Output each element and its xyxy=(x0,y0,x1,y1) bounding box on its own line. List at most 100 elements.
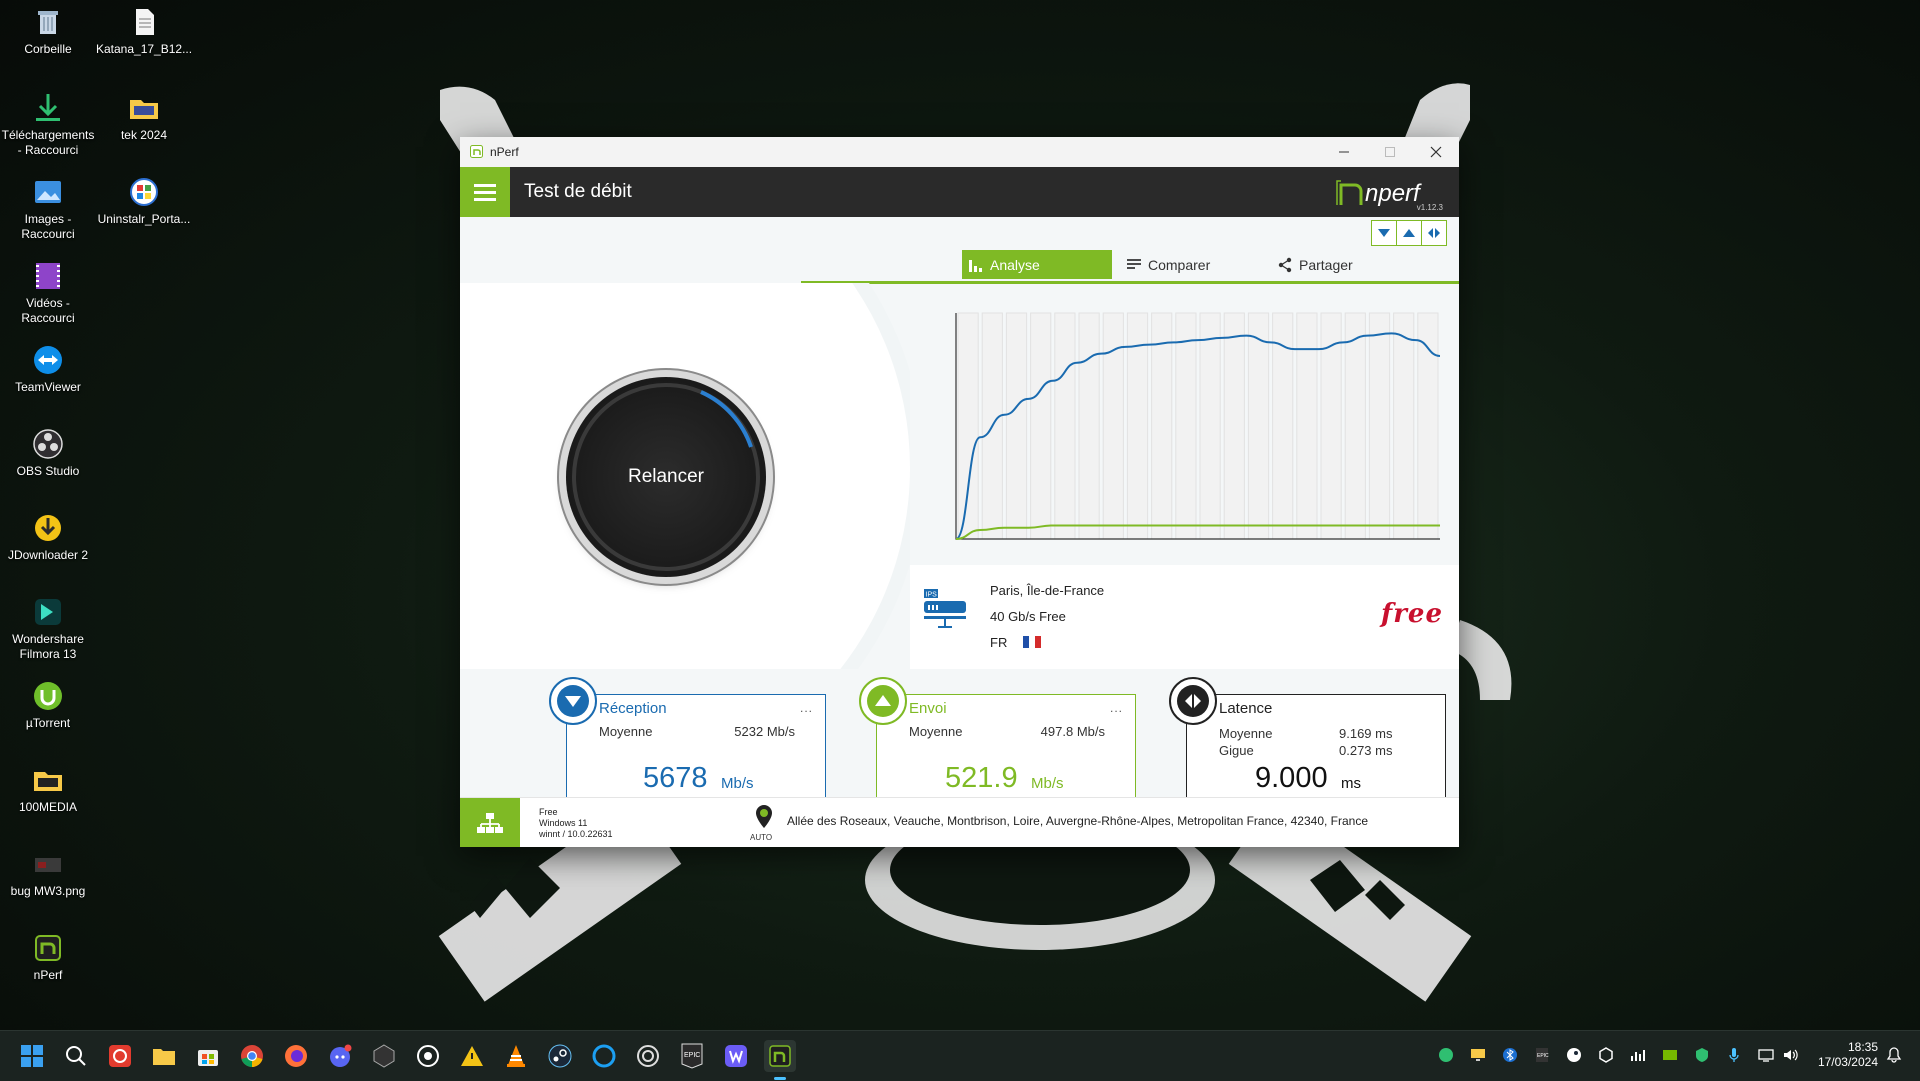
upload-card[interactable]: Envoi ... Moyenne 497.8 Mb/s 521.9 Mb/s xyxy=(859,677,1136,802)
tray-microphone-icon[interactable] xyxy=(1726,1047,1742,1063)
location-auto-label: AUTO xyxy=(750,833,773,842)
minimize-button[interactable] xyxy=(1321,137,1367,167)
network-button[interactable] xyxy=(460,798,520,847)
svg-text:EPIC: EPIC xyxy=(684,1052,700,1059)
desktop-icon-obs-studio[interactable]: OBS Studio xyxy=(0,428,96,479)
desktop-icon-bug-mw3[interactable]: bug MW3.png xyxy=(0,848,96,899)
taskbar-store[interactable] xyxy=(192,1040,224,1072)
chrome-icon xyxy=(241,1045,263,1067)
taskbar-vlc[interactable] xyxy=(500,1040,532,1072)
view-toggle-group xyxy=(1371,220,1447,246)
taskbar-app-ubisoft[interactable] xyxy=(412,1040,444,1072)
restart-button[interactable]: Relancer xyxy=(566,377,766,577)
view-latency-button[interactable] xyxy=(1422,221,1446,245)
taskbar-chrome[interactable] xyxy=(236,1040,268,1072)
tray-monitor-icon[interactable] xyxy=(1470,1047,1486,1063)
network-icon xyxy=(477,812,503,833)
desktop-icon-teamviewer[interactable]: TeamViewer xyxy=(0,344,96,395)
server-location: Paris, Île-de-France xyxy=(990,583,1105,598)
desktop-icon-utorrent[interactable]: µTorrent xyxy=(0,680,96,731)
footer-os: Windows 11 xyxy=(539,818,588,828)
taskbar-steam[interactable] xyxy=(544,1040,576,1072)
tab-partager[interactable]: Partager xyxy=(1271,250,1401,279)
download-card[interactable]: Réception ... Moyenne 5232 Mb/s 5678 Mb/… xyxy=(549,677,826,802)
tray-security-icon[interactable] xyxy=(1694,1047,1710,1063)
taskbar-app-purple[interactable] xyxy=(720,1040,752,1072)
app-header: Test de débit nperf v1.12.3 xyxy=(460,167,1459,217)
download-more-button[interactable]: ... xyxy=(800,701,813,715)
list-icon xyxy=(1127,258,1141,269)
chart-bar xyxy=(1247,312,1270,540)
tray-green-dot-icon[interactable] xyxy=(1438,1047,1454,1063)
close-button[interactable] xyxy=(1413,137,1459,167)
desktop-icon-videos[interactable]: Vidéos - Raccourci xyxy=(0,260,96,326)
chart-bar xyxy=(957,312,979,540)
desktop-icon-jdownloader[interactable]: JDownloader 2 xyxy=(0,512,96,563)
tray-bars-icon[interactable] xyxy=(1630,1047,1646,1063)
desktop-icon-images[interactable]: Images - Raccourci xyxy=(0,176,96,242)
chart-bar xyxy=(1344,312,1366,540)
document-icon xyxy=(136,9,154,35)
tray-network-icon[interactable] xyxy=(1758,1047,1774,1063)
taskbar-app-epic-hex[interactable] xyxy=(368,1040,400,1072)
app-version: v1.12.3 xyxy=(1416,203,1443,212)
desktop-icon-katana-file[interactable]: Katana_17_B12... xyxy=(96,6,192,57)
desktop-icon-100media[interactable]: 100MEDIA xyxy=(0,764,96,815)
isp-logo: free xyxy=(1381,599,1443,629)
uninstall-icon xyxy=(130,178,158,206)
location-box[interactable]: AUTO Allée des Roseaux, Veauche, Montbri… xyxy=(743,798,1459,847)
clock-time: 18:35 xyxy=(1847,1040,1878,1054)
desktop-icon-recycle-bin[interactable]: Corbeille xyxy=(0,6,96,57)
desktop-icon-telechargements[interactable]: Téléchargements - Raccourci xyxy=(0,92,96,158)
taskbar-app-1[interactable] xyxy=(104,1040,136,1072)
chart-bar xyxy=(1223,312,1245,540)
tray-volume-icon[interactable] xyxy=(1782,1047,1798,1063)
tray-epic-icon[interactable]: EPIC xyxy=(1534,1047,1550,1063)
upload-avg-value: 497.8 Mb/s xyxy=(1040,724,1105,739)
taskbar-firefox[interactable] xyxy=(280,1040,312,1072)
server-capacity: 40 Gb/s Free xyxy=(990,609,1066,624)
latency-avg-label: Moyenne xyxy=(1219,726,1273,741)
taskbar-app-amd[interactable] xyxy=(456,1040,488,1072)
desktop-icon-tek-2024[interactable]: tek 2024 xyxy=(96,92,192,143)
taskbar-battlenet[interactable] xyxy=(588,1040,620,1072)
taskbar-nperf[interactable] xyxy=(764,1040,796,1072)
tray-steam-icon[interactable] xyxy=(1566,1047,1582,1063)
desktop-icon-uninstalr[interactable]: Uninstalr_Porta... xyxy=(96,176,192,227)
maximize-icon xyxy=(1385,147,1395,157)
desktop-icon-nperf[interactable]: nPerf xyxy=(0,932,96,983)
chart-bar xyxy=(1296,312,1318,540)
bar-chart-icon xyxy=(969,259,982,272)
images-icon xyxy=(35,181,61,203)
latency-card[interactable]: Latence Moyenne 9.169 ms Gigue 0.273 ms … xyxy=(1169,677,1446,802)
taskbar-clock[interactable]: 18:35 17/03/2024 xyxy=(1818,1040,1878,1070)
upload-unit: Mb/s xyxy=(1031,775,1064,792)
tray-nvidia-icon[interactable] xyxy=(1662,1047,1678,1063)
tab-analyse[interactable]: Analyse xyxy=(962,250,1112,279)
tray-bluetooth-icon[interactable] xyxy=(1502,1047,1518,1063)
maximize-button[interactable] xyxy=(1367,137,1413,167)
epic-games-icon: EPIC xyxy=(681,1043,703,1069)
taskbar-app-ring[interactable] xyxy=(632,1040,664,1072)
notification-bell-icon[interactable] xyxy=(1886,1047,1902,1063)
view-download-button[interactable] xyxy=(1372,221,1397,245)
taskbar-epic-games[interactable]: EPIC xyxy=(676,1040,708,1072)
upload-arrow-icon xyxy=(875,695,891,706)
store-icon xyxy=(198,1050,218,1066)
folder-icon xyxy=(153,1049,175,1065)
nperf-app-icon xyxy=(470,145,483,158)
upload-more-button[interactable]: ... xyxy=(1110,701,1123,715)
taskbar-file-explorer[interactable] xyxy=(148,1040,180,1072)
hamburger-menu-button[interactable] xyxy=(460,167,510,217)
start-button[interactable] xyxy=(16,1040,48,1072)
taskbar-discord[interactable] xyxy=(324,1040,356,1072)
search-button[interactable] xyxy=(60,1040,92,1072)
tray-hexagon-icon[interactable] xyxy=(1598,1047,1614,1063)
latency-value: 9.000 xyxy=(1255,762,1328,794)
desktop-icon-filmora[interactable]: Wondershare Filmora 13 xyxy=(0,596,96,662)
view-upload-button[interactable] xyxy=(1397,221,1422,245)
nperf-icon xyxy=(35,935,61,961)
tab-comparer[interactable]: Comparer xyxy=(1120,250,1250,279)
close-icon xyxy=(1430,146,1442,158)
window-titlebar[interactable]: nPerf xyxy=(460,137,1459,167)
